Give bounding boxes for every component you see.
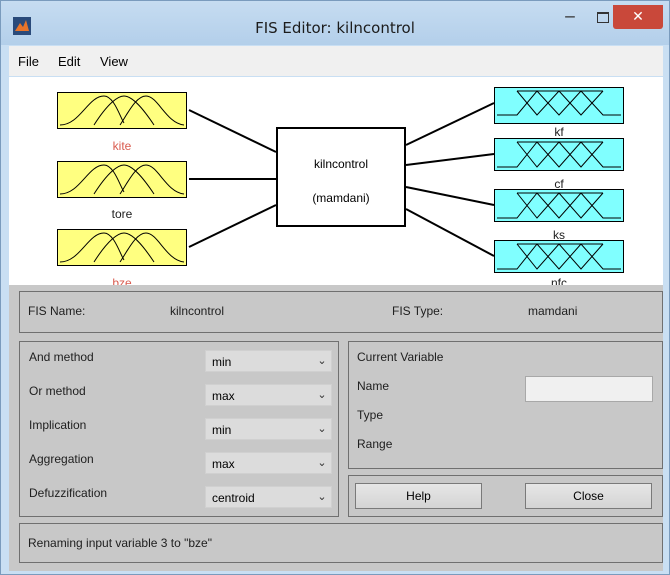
defuzzification-value: centroid [212, 491, 255, 505]
triangular-mf-shapes [497, 243, 621, 270]
and-method-value: min [212, 355, 232, 369]
aggregation-value: max [212, 457, 235, 471]
or-method-value: max [212, 389, 235, 403]
membership-function-curves [59, 164, 185, 195]
fis-info-panel: FIS Name: kilncontrol FIS Type: mamdani [19, 291, 663, 333]
name-label: Name [357, 379, 390, 393]
close-icon: ✕ [632, 9, 644, 25]
menu-view[interactable]: View [100, 54, 128, 69]
range-label: Range [357, 437, 393, 451]
triangular-mf-shapes [497, 192, 621, 219]
maximize-icon [597, 12, 609, 23]
current-variable-panel: Current Variable Name Type Range [348, 341, 663, 469]
variable-name-input[interactable] [525, 376, 653, 402]
input-mf-box-kite[interactable] [57, 92, 187, 129]
chevron-down-icon: ⌄ [317, 457, 327, 469]
menu-bar: File Edit View [9, 46, 663, 76]
status-message: Renaming input variable 3 to "bze" [28, 536, 212, 550]
and-method-select[interactable]: min ⌄ [205, 350, 332, 372]
current-variable-title: Current Variable [357, 350, 444, 364]
output-mf-box-nfc[interactable] [494, 240, 624, 273]
fis-system-box[interactable]: kilncontrol (mamdani) [276, 127, 406, 227]
fis-editor-window: FIS Editor: kilncontrol ‒ ✕ File Edit Vi… [0, 0, 670, 575]
system-name: kilncontrol [313, 157, 369, 171]
output-label-nfc: nfc [550, 276, 567, 285]
title-bar[interactable]: FIS Editor: kilncontrol ‒ ✕ [1, 1, 669, 45]
input-label-tore: tore [111, 207, 133, 221]
fis-diagram: kite tore bze kilncontrol (mamdani) kf c… [9, 77, 663, 285]
output-mf-box-cf[interactable] [494, 138, 624, 171]
membership-function-curves [59, 232, 185, 263]
methods-panel: And method min ⌄ Or method max ⌄ Implica… [19, 341, 339, 517]
chevron-down-icon: ⌄ [317, 491, 327, 503]
aggregation-label: Aggregation [29, 452, 94, 466]
chevron-down-icon: ⌄ [317, 423, 327, 435]
triangular-mf-shapes [497, 141, 621, 168]
chevron-down-icon: ⌄ [317, 355, 327, 367]
aggregation-select[interactable]: max ⌄ [205, 452, 332, 474]
defuzzification-label: Defuzzification [29, 486, 108, 500]
implication-value: min [212, 423, 232, 437]
fis-type-label: FIS Type: [392, 304, 444, 318]
output-mf-box-ks[interactable] [494, 189, 624, 222]
and-method-label: And method [29, 350, 94, 364]
output-mf-box-kf[interactable] [494, 87, 624, 124]
membership-function-curves [59, 95, 185, 126]
triangular-mf-shapes [497, 90, 621, 116]
menu-file[interactable]: File [18, 54, 39, 69]
close-window-button[interactable]: ✕ [613, 5, 663, 29]
close-button[interactable]: Close [525, 483, 652, 509]
output-label-kf: kf [554, 125, 564, 139]
fis-name-label: FIS Name: [28, 304, 86, 318]
or-method-select[interactable]: max ⌄ [205, 384, 332, 406]
menu-edit[interactable]: Edit [58, 54, 80, 69]
input-label-bze: bze [112, 276, 132, 285]
chevron-down-icon: ⌄ [317, 389, 327, 401]
implication-label: Implication [29, 418, 87, 432]
type-label: Type [357, 408, 384, 422]
help-button[interactable]: Help [355, 483, 482, 509]
status-bar: Renaming input variable 3 to "bze" [19, 523, 663, 563]
system-type: (mamdani) [312, 191, 370, 205]
fis-type-value: mamdani [528, 304, 578, 318]
input-label-kite: kite [112, 139, 132, 153]
or-method-label: Or method [29, 384, 86, 398]
defuzzification-select[interactable]: centroid ⌄ [205, 486, 332, 508]
input-mf-box-tore[interactable] [57, 161, 187, 198]
input-mf-box-bze[interactable] [57, 229, 187, 266]
implication-select[interactable]: min ⌄ [205, 418, 332, 440]
editor-client-area: kite tore bze kilncontrol (mamdani) kf c… [9, 77, 663, 571]
fis-name-value: kilncontrol [170, 304, 225, 318]
minimize-icon: ‒ [564, 6, 576, 27]
minimize-button[interactable]: ‒ [556, 5, 584, 29]
